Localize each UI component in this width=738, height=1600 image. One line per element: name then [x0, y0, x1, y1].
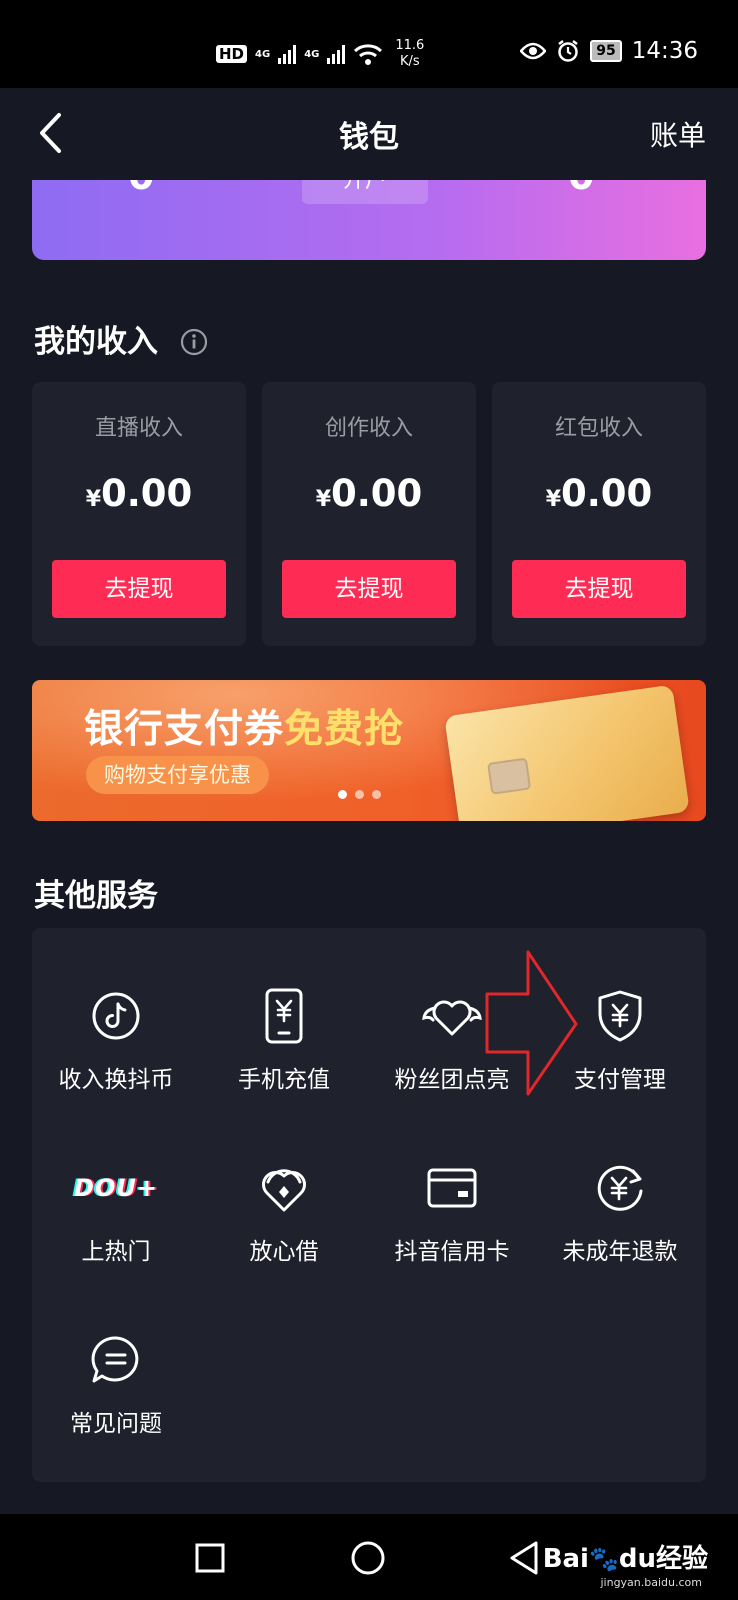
payment-shield-icon: [596, 984, 644, 1048]
network-type-1: 4G: [255, 48, 271, 60]
annotation-arrow-icon: [485, 950, 578, 1096]
network-speed: 11.6 K/s: [395, 38, 424, 70]
triangle-back-icon: [510, 1541, 538, 1575]
signal-icon: [278, 44, 297, 64]
speed-value: 11.6: [395, 38, 425, 53]
loan-icon: [258, 1156, 310, 1220]
currency-symbol: ¥: [315, 487, 331, 512]
page-title: 钱包: [339, 120, 399, 155]
currency-symbol: ¥: [85, 487, 101, 512]
service-label: 未成年退款: [562, 1239, 678, 1265]
bill-button[interactable]: 账单: [650, 114, 706, 154]
amount-value: 0.00: [561, 472, 653, 515]
amount-value: 0.00: [101, 472, 193, 515]
status-bar: HD 4G 4G 11.6 K/s 95 14:36: [0, 0, 738, 88]
alarm-icon: [558, 40, 578, 62]
service-label: 收入换抖币: [58, 1067, 174, 1093]
network-type-2: 4G: [304, 48, 320, 60]
watermark-suffix: 经验: [655, 1544, 708, 1574]
hd-indicator: HD: [216, 45, 248, 63]
banner-title-main: 银行支付券: [84, 707, 285, 752]
watermark-brand-2: du: [618, 1544, 656, 1574]
income-section-title: 我的收入: [34, 324, 158, 360]
currency-symbol: ¥: [545, 487, 561, 512]
banner-title: 银行支付券免费抢: [84, 698, 404, 754]
watermark-brand: Bai: [542, 1544, 589, 1574]
income-card-redpacket: 红包收入 ¥0.00 去提现: [492, 382, 706, 646]
account-summary-card[interactable]: 0 开户 0: [32, 176, 706, 260]
income-amount: ¥0.00: [492, 472, 706, 515]
recent-apps-button[interactable]: [188, 1536, 232, 1580]
income-card-creation: 创作收入 ¥0.00 去提现: [262, 382, 476, 646]
income-amount: ¥0.00: [262, 472, 476, 515]
service-loan[interactable]: 放心借: [200, 1100, 368, 1265]
amount-value: 0.00: [331, 472, 423, 515]
status-time: 14:36: [631, 38, 698, 64]
tiktok-coin-icon: [90, 984, 142, 1048]
back-nav-button[interactable]: [502, 1536, 546, 1580]
income-label: 红包收入: [554, 416, 643, 441]
carousel-dot-active[interactable]: [338, 790, 347, 799]
credit-card-icon: [426, 1156, 478, 1220]
service-faq[interactable]: 常见问题: [32, 1272, 200, 1437]
service-income-to-coins[interactable]: 收入换抖币: [32, 928, 200, 1093]
promo-banner[interactable]: 银行支付券免费抢 购物支付享优惠: [32, 680, 706, 821]
home-button[interactable]: [346, 1536, 390, 1580]
top-nav-bar: 钱包 账单: [0, 88, 738, 180]
income-label: 直播收入: [94, 416, 183, 441]
income-label: 创作收入: [324, 416, 413, 441]
withdraw-button[interactable]: 去提现: [282, 560, 456, 618]
service-minor-refund[interactable]: 未成年退款: [536, 1100, 704, 1265]
wifi-icon: [354, 44, 383, 65]
income-amount: ¥0.00: [32, 472, 246, 515]
carousel-dots: [338, 790, 381, 799]
fan-club-heart-icon: [421, 984, 483, 1048]
withdraw-button[interactable]: 去提现: [52, 560, 226, 618]
service-dou-plus[interactable]: DOU+ 上热门: [32, 1100, 200, 1265]
watermark-url: jingyan.baidu.com: [600, 1576, 702, 1589]
service-credit-card[interactable]: 抖音信用卡: [368, 1100, 536, 1265]
service-label: 手机充值: [238, 1067, 330, 1093]
square-icon: [195, 1543, 225, 1573]
income-card-live: 直播收入 ¥0.00 去提现: [32, 382, 246, 646]
banner-subtitle: 购物支付享优惠: [86, 756, 269, 794]
battery-indicator: 95: [590, 40, 622, 62]
eye-icon: [520, 42, 547, 60]
dou-plus-logo-text: DOU+: [74, 1174, 158, 1202]
paw-icon: 🐾: [588, 1545, 619, 1573]
banner-title-highlight: 免费抢: [284, 707, 405, 752]
circle-icon: [351, 1541, 385, 1575]
service-phone-recharge[interactable]: 手机充值: [200, 928, 368, 1093]
carousel-dot[interactable]: [355, 790, 364, 799]
carousel-dot[interactable]: [372, 790, 381, 799]
service-label: 上热门: [81, 1239, 151, 1265]
open-account-tag[interactable]: 开户: [302, 176, 428, 204]
dou-plus-icon: DOU+: [74, 1156, 158, 1220]
status-right: 95 14:36: [520, 38, 698, 64]
card-chip-icon: [487, 757, 532, 795]
system-nav-bar: Bai🐾du经验 jingyan.baidu.com: [0, 1514, 738, 1600]
status-left: HD 4G 4G 11.6 K/s: [216, 38, 424, 70]
signal-icon-2: [327, 44, 346, 64]
service-label: 放心借: [249, 1239, 319, 1265]
services-section-title: 其他服务: [34, 878, 158, 914]
withdraw-button[interactable]: 去提现: [512, 560, 686, 618]
services-panel: 收入换抖币 手机充值 粉丝团点亮 支付管理 DOU+ 上热门 放心借 抖音信用卡…: [32, 928, 706, 1482]
baidu-watermark: Bai🐾du经验: [543, 1538, 708, 1575]
phone-recharge-icon: [264, 984, 304, 1048]
service-label: 抖音信用卡: [394, 1239, 510, 1265]
info-icon[interactable]: [180, 328, 208, 356]
service-label: 常见问题: [70, 1411, 162, 1437]
speed-unit: K/s: [399, 54, 420, 69]
minor-refund-icon: [593, 1156, 647, 1220]
faq-chat-icon: [89, 1328, 143, 1392]
